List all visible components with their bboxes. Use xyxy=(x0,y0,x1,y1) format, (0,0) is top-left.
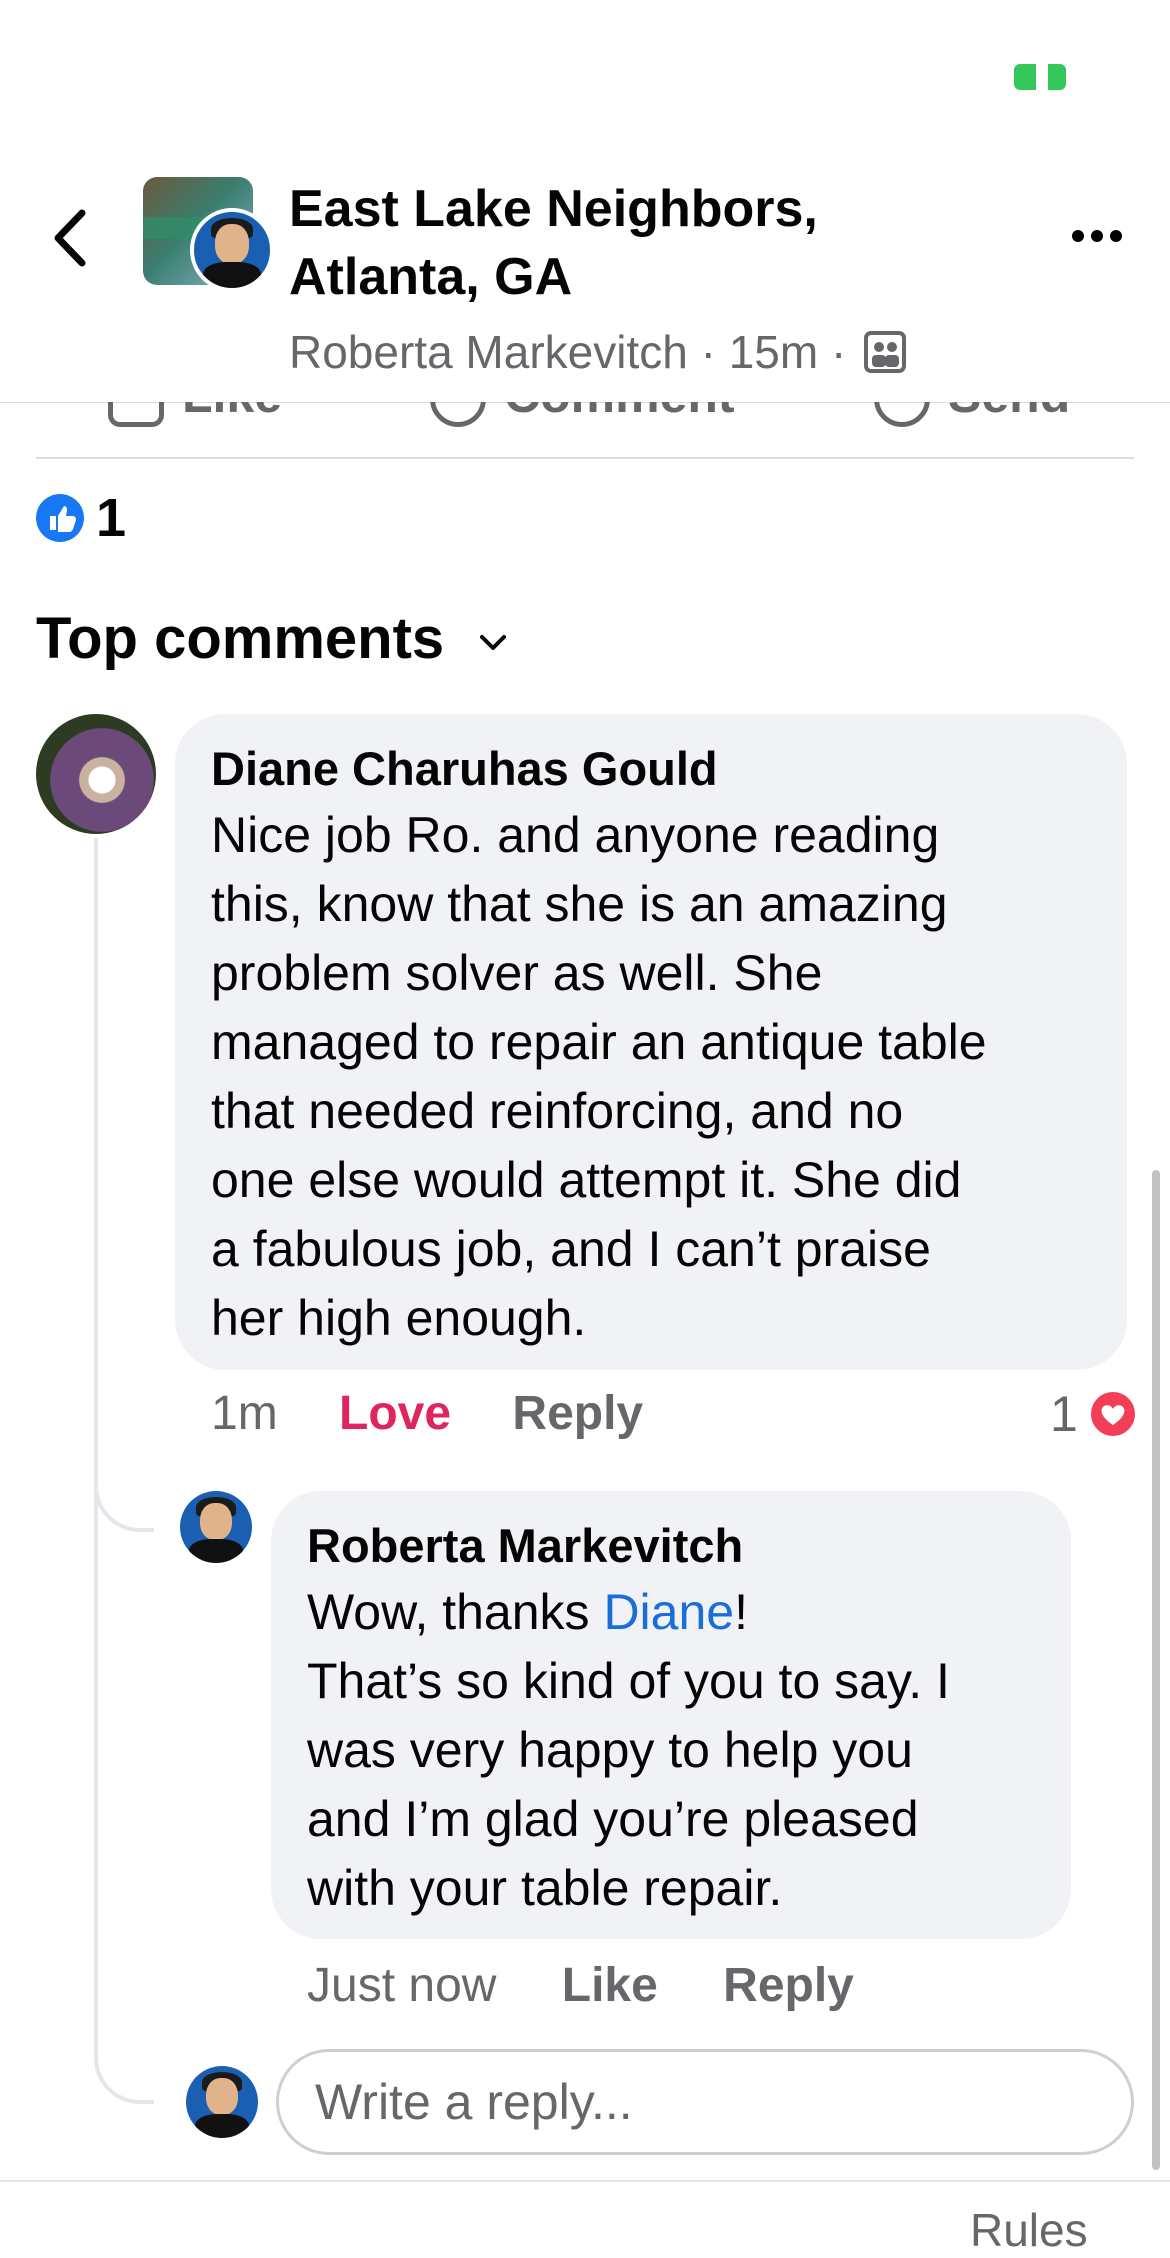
post-time[interactable]: 15m xyxy=(729,326,818,378)
comment-text: Nice job Ro. and anyone reading this, kn… xyxy=(211,807,987,1346)
mention-link[interactable]: Diane xyxy=(603,1584,734,1640)
chevron-left-icon[interactable] xyxy=(46,205,96,271)
love-button[interactable]: Love xyxy=(339,1387,451,1440)
post-meta: Roberta Markevitch · 15m · xyxy=(289,320,907,380)
divider xyxy=(0,2180,1170,2182)
chevron-down-icon xyxy=(480,634,507,650)
love-reaction-icon[interactable] xyxy=(1088,1389,1138,1439)
scrollbar[interactable] xyxy=(1152,1170,1160,2170)
rules-link[interactable]: Rules xyxy=(970,2202,1088,2258)
like-reaction-icon[interactable] xyxy=(36,494,84,542)
members-icon xyxy=(864,330,907,373)
comment-reaction-count[interactable]: 1 xyxy=(1050,1384,1078,1444)
reply-author[interactable]: Roberta Markevitch xyxy=(307,1514,743,1578)
post-action-bar: Like Comment Send xyxy=(0,402,1170,458)
reply-author-avatar[interactable] xyxy=(180,1491,252,1563)
commenter-avatar[interactable] xyxy=(36,714,156,834)
reply-text: Wow, thanks Diane! That’s so kind of you… xyxy=(307,1584,950,1916)
like-button[interactable]: Like xyxy=(108,402,282,427)
comment-author[interactable]: Diane Charuhas Gould xyxy=(211,737,718,801)
comment-sort-label: Top comments xyxy=(36,606,445,671)
reply-button[interactable]: Reply xyxy=(512,1387,643,1440)
author-avatar[interactable] xyxy=(190,208,274,292)
comment-sort-dropdown[interactable]: Top comments xyxy=(36,604,508,674)
divider xyxy=(36,457,1134,459)
meta-separator: · xyxy=(830,325,847,378)
reaction-count[interactable]: 1 xyxy=(96,486,126,550)
battery-icon xyxy=(1014,64,1070,90)
comment-icon xyxy=(430,402,486,427)
reply-time[interactable]: Just now xyxy=(307,1959,496,2012)
comment-actions: 1m Love Reply xyxy=(211,1384,643,1444)
thread-connector xyxy=(94,1460,154,2104)
reply-input[interactable]: Write a reply... xyxy=(276,2049,1134,2155)
more-horizontal-icon[interactable] xyxy=(1070,226,1124,246)
group-name[interactable]: East Lake Neighbors, Atlanta, GA xyxy=(289,175,969,311)
comment-time[interactable]: 1m xyxy=(211,1387,278,1440)
thumbs-up-icon xyxy=(108,402,164,427)
reply-like-button[interactable]: Like xyxy=(562,1959,658,2012)
reply-reply-button[interactable]: Reply xyxy=(723,1959,854,2012)
reply-actions: Just now Like Reply xyxy=(307,1956,854,2016)
current-user-avatar xyxy=(186,2066,258,2138)
thread-connector xyxy=(94,838,154,1532)
send-button[interactable]: Send xyxy=(874,402,1070,427)
meta-separator: · xyxy=(700,325,716,378)
comment-button[interactable]: Comment xyxy=(430,402,735,427)
messenger-icon xyxy=(874,402,930,427)
post-author[interactable]: Roberta Markevitch xyxy=(289,326,688,378)
